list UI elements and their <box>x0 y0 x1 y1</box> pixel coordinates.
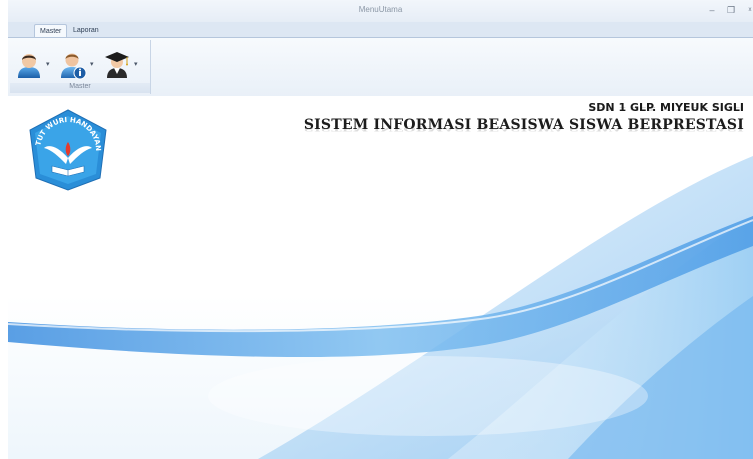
user-info-dropdown-arrow[interactable]: ▾ <box>90 60 94 68</box>
graduate-button[interactable] <box>102 50 132 80</box>
maximize-button[interactable]: ❐ <box>725 4 737 16</box>
tab-laporan[interactable]: Laporan <box>68 24 104 37</box>
tab-master[interactable]: Master <box>34 24 68 37</box>
window-title: MenuUtama <box>358 5 403 14</box>
user-icon <box>18 54 40 78</box>
graduate-icon <box>105 52 129 78</box>
ribbon-group-label: Master <box>10 83 150 93</box>
ribbon-group-master: ▾ ▾ ▾ Master <box>10 40 151 94</box>
main-content: TUT WURI HANDAYANI SDN 1 GLP. MIYEUK SIG… <box>8 96 753 459</box>
minimize-button[interactable]: – <box>706 4 718 16</box>
school-name-reflection: SDN 1 GLP. MIYEUK SIGLI <box>588 105 744 113</box>
ribbon-panel: ▾ ▾ ▾ Master <box>8 37 753 97</box>
user-info-button[interactable] <box>58 50 88 80</box>
ribbon-tabs: Master Laporan <box>8 22 753 37</box>
user-dropdown-arrow[interactable]: ▾ <box>46 60 50 68</box>
title-bar: MenuUtama – ❐ ˣ <box>8 0 753 23</box>
graduate-dropdown-arrow[interactable]: ▾ <box>134 60 138 68</box>
wave-background <box>8 96 753 459</box>
user-info-icon <box>61 53 87 80</box>
tut-wuri-handayani-logo: TUT WURI HANDAYANI <box>26 108 107 191</box>
system-title-reflection: SISTEM INFORMASI BEASISWA SISWA BERPREST… <box>303 124 744 132</box>
user-button[interactable] <box>14 50 44 80</box>
close-button[interactable]: ˣ <box>744 4 753 16</box>
